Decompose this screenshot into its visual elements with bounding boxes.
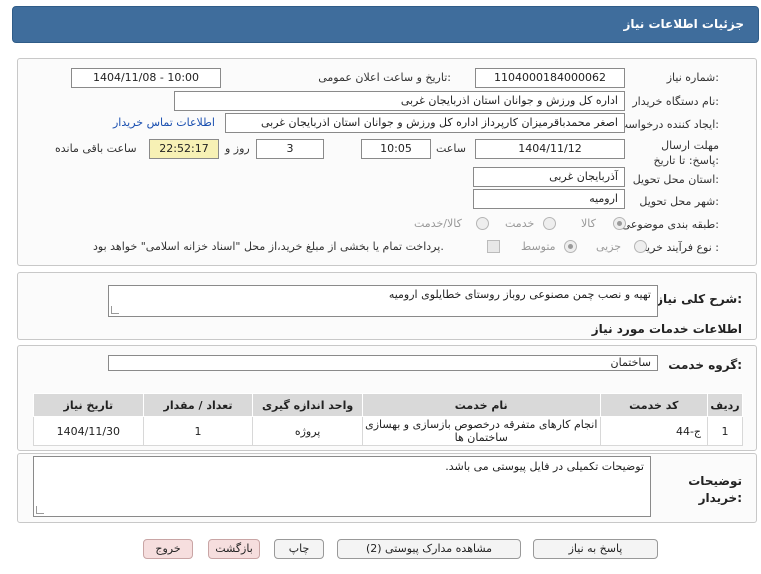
- city-label: شهر محل تحویل:: [639, 195, 719, 208]
- cell-row: 1: [707, 416, 743, 446]
- category-service-label: خدمت: [505, 217, 535, 230]
- province-field: آذربایجان غربی: [473, 167, 625, 187]
- deadline-label: مهلت ارسال پاسخ: تا تاریخ:: [653, 139, 719, 167]
- col-code: کد خدمت: [599, 393, 709, 417]
- category-goods-service-radio[interactable]: [476, 217, 489, 230]
- services-table: ردیف کد خدمت نام خدمت واحد اندازه گیری ت…: [33, 393, 743, 446]
- deadline-time-label: ساعت: [436, 142, 466, 155]
- description-field: تهیه و نصب چمن مصنوعی روباز روستای خطایل…: [108, 285, 658, 317]
- service-group-field: ساختمان: [108, 355, 658, 371]
- category-goods-label: کالا: [581, 217, 596, 230]
- col-qty: تعداد / مقدار: [142, 393, 254, 417]
- category-label: طبقه بندی موضوعی:: [621, 218, 719, 231]
- deadline-date-field: 1404/11/12: [475, 139, 625, 159]
- cell-date: 1404/11/30: [33, 416, 144, 446]
- services-section-title: اطلاعات خدمات مورد نیاز: [591, 322, 742, 336]
- col-date: تاریخ نیاز: [33, 393, 144, 417]
- need-number-field: 1104000184000062: [475, 68, 625, 88]
- table-row[interactable]: 1 ج-44 انجام کارهای متفرقه درخصوص بازساز…: [33, 416, 743, 446]
- cell-qty: 1: [142, 416, 254, 446]
- buyer-org-label: نام دستگاه خریدار:: [632, 95, 719, 108]
- remaining-time-label: ساعت باقی مانده: [55, 142, 137, 155]
- buyer-org-field: اداره کل ورزش و جوانان استان اذربایجان غ…: [174, 91, 625, 111]
- exit-button[interactable]: خروج: [143, 539, 193, 559]
- need-number-label: شماره نیاز:: [666, 71, 719, 84]
- buyer-notes-field: توضیحات تکمیلی در فایل پیوستی می باشد.: [33, 456, 651, 517]
- col-row: ردیف: [707, 393, 743, 417]
- reply-button[interactable]: پاسخ به نیاز: [533, 539, 658, 559]
- col-name: نام خدمت: [361, 393, 601, 417]
- view-attachments-button[interactable]: مشاهده مدارک پیوستی (2): [337, 539, 521, 559]
- creator-field: اصغر محمدباقرمیزان کارپرداز اداره کل ورز…: [225, 113, 625, 133]
- announce-label: تاریخ و ساعت اعلان عمومی:: [318, 71, 451, 84]
- category-goods-service-label: کالا/خدمت: [414, 217, 462, 230]
- days-label: روز و: [225, 142, 250, 155]
- print-button[interactable]: چاپ: [274, 539, 324, 559]
- process-medium-label: متوسط: [521, 240, 556, 253]
- announce-field: 1404/11/08 - 10:00: [71, 68, 221, 88]
- description-label: شرح کلی نیاز:: [656, 292, 742, 306]
- page-header: جزئیات اطلاعات نیاز: [12, 6, 759, 43]
- province-label: استان محل تحویل:: [632, 173, 719, 186]
- page-title: جزئیات اطلاعات نیاز: [623, 17, 744, 31]
- remaining-time-field: 22:52:17: [149, 139, 219, 159]
- cell-name: انجام کارهای متفرقه درخصوص بازسازی و بهس…: [361, 416, 601, 446]
- buyer-notes-label: توضیحات خریدار:: [688, 474, 742, 505]
- process-medium-radio[interactable]: [564, 240, 577, 253]
- process-minor-label: جزیی: [596, 240, 622, 253]
- treasury-payment-checkbox[interactable]: [487, 240, 500, 253]
- buyer-contact-link[interactable]: اطلاعات تماس خریدار: [113, 116, 215, 129]
- back-button[interactable]: بازگشت: [208, 539, 260, 559]
- category-service-radio[interactable]: [543, 217, 556, 230]
- col-unit: واحد اندازه گیری: [252, 393, 363, 417]
- city-field: ارومیه: [473, 189, 625, 209]
- creator-label: ایجاد کننده درخواست:: [617, 118, 719, 131]
- treasury-payment-note: پرداخت تمام یا بخشی از مبلغ خرید،از محل …: [93, 240, 444, 253]
- days-field: 3: [256, 139, 324, 159]
- process-type-label: نوع فرآیند خرید :: [641, 241, 719, 254]
- service-group-label: گروه خدمت:: [668, 358, 742, 372]
- cell-unit: پروژه: [252, 416, 363, 446]
- process-minor-radio[interactable]: [634, 240, 647, 253]
- category-goods-radio[interactable]: [613, 217, 626, 230]
- deadline-time-field: 10:05: [361, 139, 431, 159]
- table-header-row: ردیف کد خدمت نام خدمت واحد اندازه گیری ت…: [33, 393, 743, 417]
- cell-code: ج-44: [599, 416, 709, 446]
